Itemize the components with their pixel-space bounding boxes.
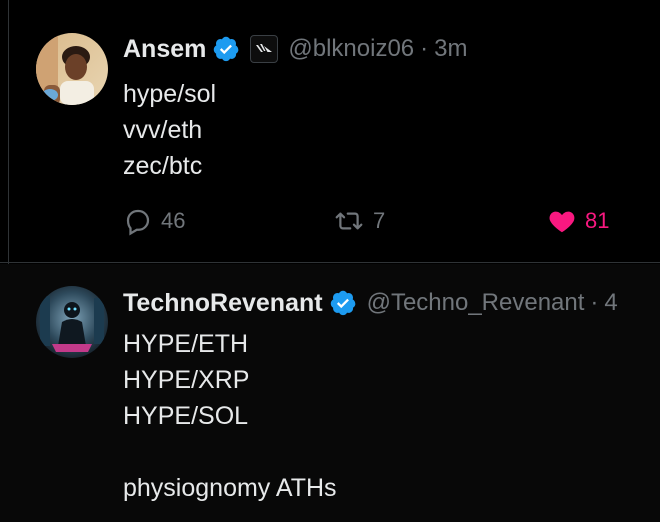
tweet-text-line: vvv/eth (123, 116, 203, 144)
tweet[interactable]: TechnoRevenant @Techno_Revenant · 4 HYPE… (0, 264, 660, 522)
tweet-text-line: HYPE/SOL (123, 402, 249, 430)
heart-icon (549, 211, 575, 233)
affiliate-badge[interactable] (250, 35, 279, 63)
display-name[interactable]: Ansem (123, 35, 206, 64)
verified-badge-icon[interactable] (329, 289, 357, 317)
tweet-header: Ansem @blknoiz06 · 3m (123, 32, 467, 66)
tweet-text: hype/sol vvv/eth zec/btc (123, 76, 216, 184)
tweet-text-line: HYPE/XRP (123, 366, 250, 394)
tweet-divider (0, 262, 660, 263)
tweet-text-line: physiognomy ATHs (123, 474, 337, 502)
repost-icon (335, 212, 363, 230)
verified-badge-icon[interactable] (212, 35, 240, 63)
timestamp[interactable]: 4 (604, 289, 617, 317)
separator-dot: · (590, 289, 599, 316)
like-button[interactable]: 81 (547, 206, 609, 236)
user-handle[interactable]: @blknoiz06 (288, 35, 414, 63)
avatar[interactable] (36, 33, 108, 105)
tweet-text-line: zec/btc (123, 152, 203, 180)
separator-dot: · (420, 35, 429, 62)
reply-count: 46 (161, 208, 186, 233)
tweet-text-line: HYPE/ETH (123, 330, 249, 358)
tweet[interactable]: Ansem @blknoiz06 · 3m hype/sol vvv/eth z… (0, 0, 660, 262)
tweet-header: TechnoRevenant @Techno_Revenant · 4 (123, 286, 618, 320)
repost-button[interactable]: 7 (333, 206, 385, 236)
avatar[interactable] (36, 286, 108, 358)
tweet-text-line: hype/sol (123, 80, 217, 108)
timestamp[interactable]: 3m (434, 35, 467, 63)
repost-count: 7 (373, 208, 386, 233)
wings-badge-icon (256, 44, 273, 52)
tweet-text: HYPE/ETH HYPE/XRP HYPE/SOL physiognomy A… (123, 326, 337, 506)
display-name[interactable]: TechnoRevenant (123, 289, 323, 318)
reply-button[interactable]: 46 (123, 206, 185, 236)
tweet-text-line (123, 434, 337, 470)
user-handle[interactable]: @Techno_Revenant (367, 289, 585, 317)
reply-icon (126, 209, 150, 236)
like-count: 81 (585, 208, 610, 233)
tweet-actions: 46 7 81 (123, 206, 660, 242)
